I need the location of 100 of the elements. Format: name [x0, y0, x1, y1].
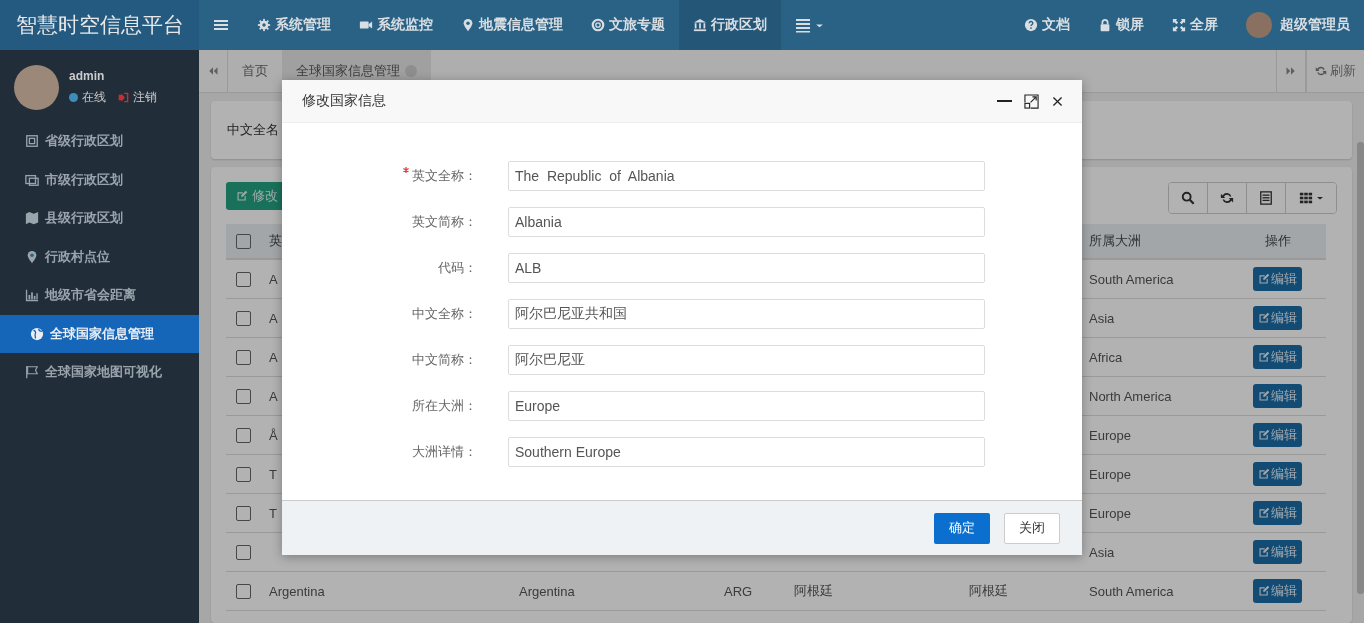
edit-row-button[interactable]: 编辑 — [1253, 540, 1302, 564]
column-header: 英 — [269, 233, 282, 248]
input-field[interactable]: 阿尔巴尼亚共和国 — [508, 299, 985, 329]
field-label: 所在大洲： — [412, 398, 477, 413]
fullscreen-icon — [1172, 18, 1186, 32]
nav-item[interactable]: 文旅专题 — [577, 0, 679, 50]
header-link[interactable]: 文档 — [1010, 0, 1084, 50]
pin-icon — [25, 249, 39, 264]
life-ring-icon — [591, 18, 605, 32]
table-cell: Argentina — [269, 583, 325, 599]
sidebar-item[interactable]: 全球国家地图可视化 — [0, 353, 199, 392]
sidebar-item[interactable]: 地级市省会距离 — [0, 276, 199, 315]
sidebar-item[interactable]: 县级行政区划 — [0, 199, 199, 238]
frame-icon — [25, 172, 39, 187]
refresh-icon — [1220, 191, 1234, 205]
globe-icon — [30, 326, 44, 341]
table-cell: Argentina — [519, 583, 575, 599]
bar-chart-icon — [25, 288, 39, 303]
edit-row-button[interactable]: 编辑 — [1253, 306, 1302, 330]
field-label: 中文简称： — [412, 352, 477, 367]
table-cell: Europe — [1089, 505, 1131, 521]
close-button[interactable]: 关闭 — [1004, 512, 1060, 544]
edit-row-button[interactable]: 编辑 — [1253, 345, 1302, 369]
table-cell: Europe — [1089, 427, 1131, 443]
edit-row-button[interactable]: 编辑 — [1253, 501, 1302, 525]
nav-item[interactable]: 地震信息管理 — [447, 0, 577, 50]
scrollbar[interactable] — [1357, 142, 1364, 594]
status-dot — [69, 93, 78, 102]
table-cell: T — [269, 505, 277, 521]
caret-icon — [1315, 194, 1324, 202]
edit-row-button[interactable]: 编辑 — [1253, 267, 1302, 291]
table-cell: South America — [1089, 271, 1174, 287]
input-field[interactable]: ALB — [508, 253, 985, 283]
pin-icon — [461, 18, 475, 32]
checkbox[interactable] — [236, 544, 251, 560]
sidebar-item[interactable]: 行政村点位 — [0, 237, 199, 276]
input-field[interactable]: 阿尔巴尼亚 — [508, 345, 985, 375]
table-cell: North America — [1089, 388, 1172, 404]
maximize-icon — [1024, 93, 1039, 109]
edit-icon — [1258, 585, 1270, 597]
gear-icon — [257, 18, 271, 32]
nav-item[interactable]: 系统管理 — [243, 0, 345, 50]
field-label: 英文全称： — [412, 168, 477, 183]
input-field[interactable]: Albania — [508, 207, 985, 237]
checkbox[interactable] — [236, 349, 251, 365]
checkbox[interactable] — [236, 388, 251, 404]
input-field[interactable]: Southern Europe — [508, 437, 985, 467]
search-button[interactable] — [1169, 183, 1208, 213]
sidebar-item[interactable]: 全球国家信息管理 — [0, 314, 199, 353]
edit-row-button[interactable]: 编辑 — [1253, 384, 1302, 408]
table-cell: Africa — [1089, 349, 1123, 365]
search-label: 中文全名 — [227, 121, 279, 139]
column-header: 所属大洲 — [1089, 233, 1141, 248]
edit-icon — [1258, 312, 1270, 324]
user-menu[interactable]: 超级管理员 — [1232, 0, 1364, 50]
header-link[interactable]: 锁屏 — [1084, 0, 1158, 50]
map-icon — [25, 211, 39, 226]
header-link[interactable]: 全屏 — [1158, 0, 1232, 50]
bank-icon — [693, 18, 707, 32]
confirm-button[interactable]: 确定 — [934, 512, 990, 544]
table-cell: A — [269, 271, 278, 287]
edit-icon — [1258, 546, 1270, 558]
checkbox[interactable] — [236, 271, 251, 287]
edit-row-button[interactable]: 编辑 — [1253, 462, 1302, 486]
dialog-title: 修改国家信息 — [302, 92, 387, 110]
user-name: admin — [69, 69, 106, 83]
logout-link[interactable]: 注销 — [133, 89, 157, 106]
sidebar-item[interactable]: 市级行政区划 — [0, 160, 199, 199]
checkbox[interactable] — [236, 466, 251, 482]
nav-item[interactable]: 行政区划 — [679, 0, 781, 50]
table-cell: T — [269, 466, 277, 482]
edit-row-button[interactable]: 编辑 — [1253, 423, 1302, 447]
field-label: 代码： — [438, 260, 477, 275]
app-logo: 智慧时空信息平台 — [0, 0, 199, 50]
avatar — [14, 65, 59, 110]
input-field[interactable]: The Republic of Albania — [508, 161, 985, 191]
table-cell: A — [269, 349, 278, 365]
page-tab[interactable]: 首页 — [228, 50, 282, 92]
input-field[interactable]: Europe — [508, 391, 985, 421]
checkbox[interactable] — [236, 583, 251, 599]
table-cell: ARG — [724, 583, 753, 599]
refresh-button[interactable]: 刷新 — [1306, 50, 1364, 92]
menu-icon — [213, 17, 229, 33]
nav-item[interactable]: 系统监控 — [345, 0, 447, 50]
search-icon — [1181, 191, 1195, 205]
checkbox[interactable] — [236, 310, 251, 326]
list-icon — [795, 17, 811, 33]
table-cell: Europe — [1089, 466, 1131, 482]
checkbox[interactable] — [236, 427, 251, 443]
edit-icon — [1258, 429, 1270, 441]
logout-icon — [118, 92, 129, 103]
checkbox[interactable] — [236, 233, 251, 249]
double-left-icon — [207, 65, 219, 77]
field-label: 大洲详情： — [412, 444, 477, 459]
edit-row-button[interactable]: 编辑 — [1253, 579, 1302, 603]
edit-icon — [1258, 468, 1270, 480]
frame-icon — [25, 134, 39, 149]
edit-icon — [1258, 351, 1270, 363]
checkbox[interactable] — [236, 505, 251, 521]
sidebar-item[interactable]: 省级行政区划 — [0, 122, 199, 161]
